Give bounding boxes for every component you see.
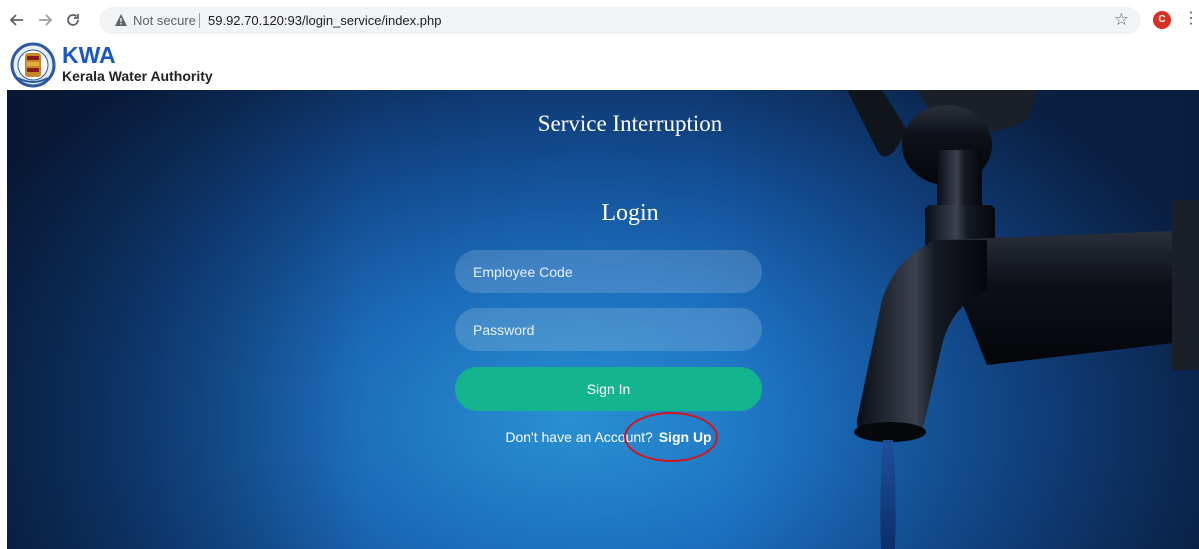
site-header: KWA Kerala Water Authority — [0, 40, 1199, 90]
back-arrow-icon[interactable] — [8, 11, 26, 29]
reload-icon[interactable] — [64, 11, 82, 29]
page-title: Service Interruption — [537, 111, 723, 136]
forward-arrow-icon[interactable] — [36, 11, 54, 29]
password-input[interactable] — [455, 308, 762, 351]
faucet-image — [847, 90, 1199, 549]
sign-in-button[interactable]: Sign In — [455, 367, 762, 411]
annotation-highlight-circle — [624, 412, 718, 462]
url-text[interactable]: 59.92.70.120:93/login_service/index.php — [208, 13, 441, 28]
login-heading: Login — [601, 200, 659, 226]
kwa-logo-emblem[interactable] — [10, 42, 56, 88]
brand-full-name: Kerala Water Authority — [62, 68, 213, 84]
profile-avatar[interactable]: C — [1153, 11, 1171, 29]
warning-icon — [114, 13, 128, 27]
employee-code-input[interactable] — [455, 250, 762, 293]
omnibox-separator — [199, 13, 200, 28]
hero-background: Service Interruption Login Sign In Don't… — [7, 90, 1199, 549]
star-icon[interactable]: ☆ — [1114, 11, 1129, 29]
security-label[interactable]: Not secure — [133, 13, 196, 28]
brand-short-name: KWA — [62, 42, 116, 68]
address-bar[interactable]: Not secure 59.92.70.120:93/login_service… — [99, 7, 1141, 34]
browser-toolbar: Not secure 59.92.70.120:93/login_service… — [0, 0, 1199, 40]
more-vert-icon[interactable]: ⋮ — [1183, 10, 1199, 28]
